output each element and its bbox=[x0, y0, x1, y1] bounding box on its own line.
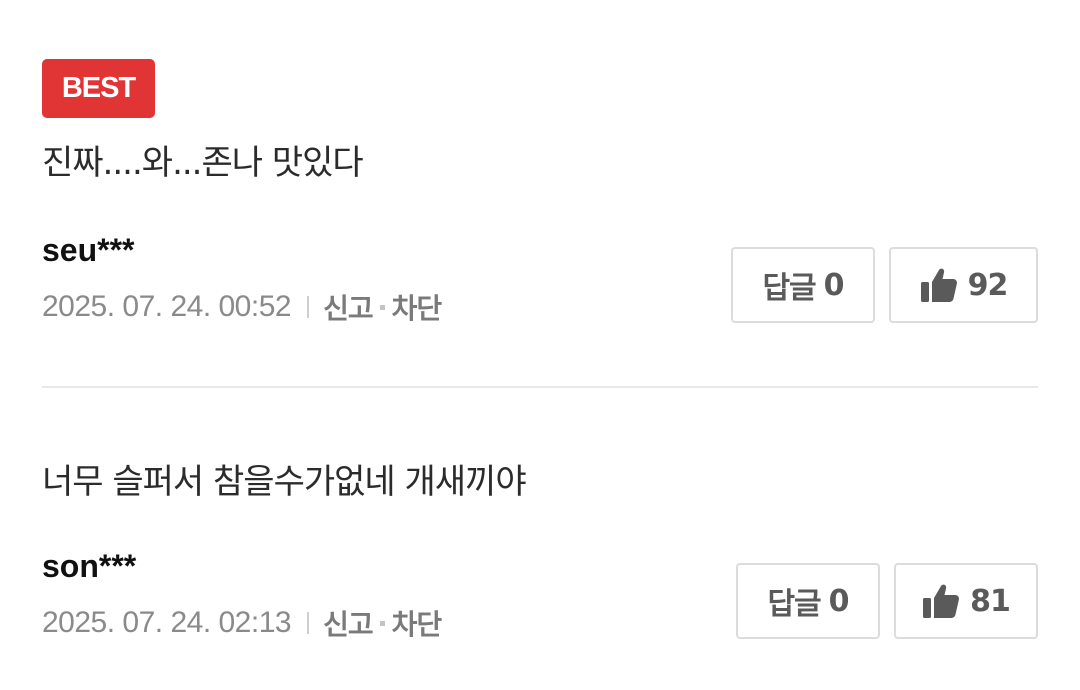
meta-dot bbox=[379, 304, 385, 310]
comment-item: 너무 슬퍼서 참을수가없네 개새끼야 son*** 2025. 07. 24. … bbox=[42, 450, 1038, 670]
like-count: 92 bbox=[967, 267, 1009, 303]
best-badge: BEST bbox=[42, 59, 155, 118]
comment-text: 진짜....와...존나 맛있다 bbox=[42, 143, 364, 183]
like-count: 81 bbox=[970, 583, 1011, 619]
reply-count: 0 bbox=[828, 583, 850, 619]
like-button[interactable]: 81 bbox=[894, 563, 1038, 639]
report-link[interactable]: 신고 bbox=[323, 603, 374, 643]
block-link[interactable]: 차단 bbox=[392, 603, 443, 643]
reply-label: 답글 bbox=[767, 587, 821, 622]
reply-button[interactable]: 답글 0 bbox=[736, 563, 880, 639]
comment-timestamp: 2025. 07. 24. 00:52 bbox=[42, 290, 292, 323]
comment-author[interactable]: son*** bbox=[42, 546, 136, 586]
like-button[interactable]: 92 bbox=[889, 247, 1038, 323]
meta-divider bbox=[307, 296, 310, 318]
thumbs-up-icon bbox=[920, 267, 958, 303]
comment-author[interactable]: seu*** bbox=[42, 230, 135, 270]
reply-button[interactable]: 답글 0 bbox=[731, 247, 875, 323]
report-link[interactable]: 신고 bbox=[323, 287, 374, 327]
comment-item: BEST 진짜....와...존나 맛있다 seu*** 2025. 07. 2… bbox=[42, 59, 1038, 359]
comment-meta: 2025. 07. 24. 02:13 신고 차단 bbox=[42, 603, 443, 643]
thumbs-up-icon bbox=[922, 583, 960, 619]
comment-divider bbox=[42, 386, 1038, 388]
meta-divider bbox=[307, 612, 310, 634]
reply-count: 0 bbox=[823, 267, 845, 303]
comment-list: BEST 진짜....와...존나 맛있다 seu*** 2025. 07. 2… bbox=[42, 0, 1038, 690]
comment-meta: 2025. 07. 24. 00:52 신고 차단 bbox=[42, 287, 443, 327]
comment-timestamp: 2025. 07. 24. 02:13 bbox=[42, 606, 292, 639]
comment-text: 너무 슬퍼서 참을수가없네 개새끼야 bbox=[42, 462, 527, 502]
reply-label: 답글 bbox=[762, 271, 816, 306]
meta-dot bbox=[379, 620, 385, 626]
block-link[interactable]: 차단 bbox=[392, 287, 443, 327]
